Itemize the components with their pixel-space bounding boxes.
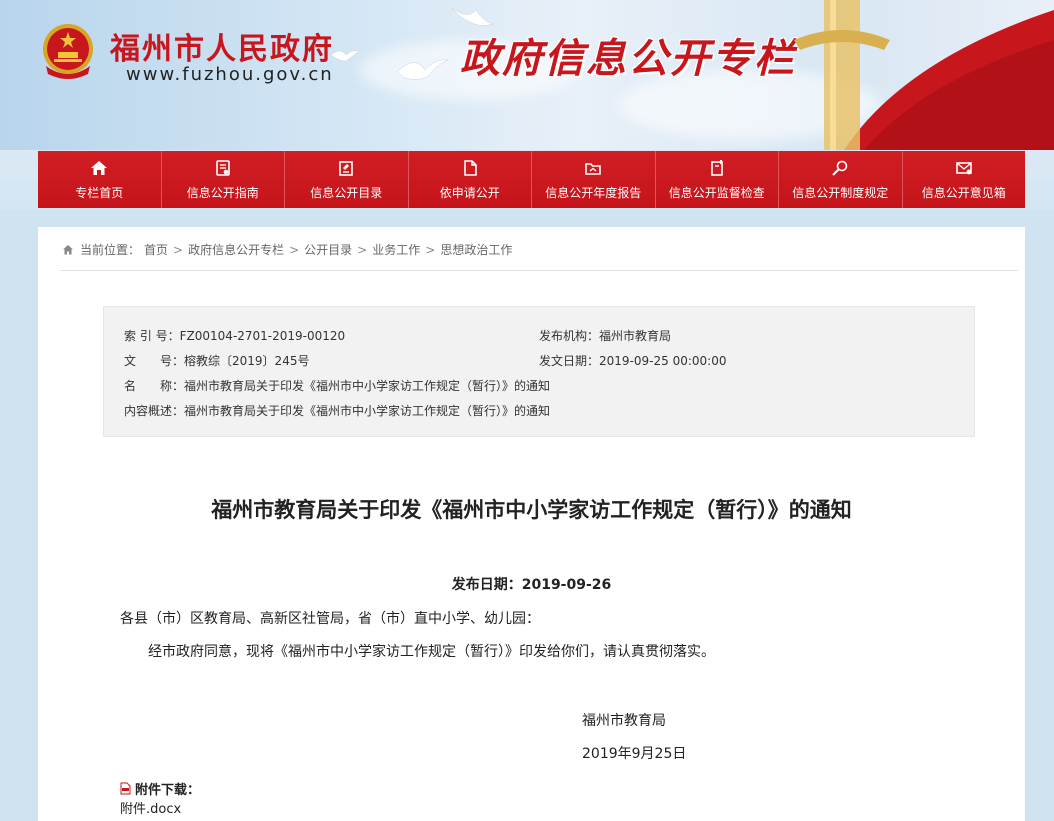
pubdate-value: 2019-09-26 — [521, 577, 612, 593]
red-flag-huabiao-decoration — [794, 0, 1054, 150]
nav-item-guide[interactable]: 信息公开指南 — [161, 151, 285, 208]
article-sign-date: 2019年9月25日 — [582, 746, 687, 762]
nav-label: 专栏首页 — [75, 186, 124, 200]
article-signature: 福州市教育局 — [582, 713, 666, 729]
national-emblem-icon — [43, 24, 93, 79]
nav-label: 信息公开目录 — [310, 186, 383, 200]
meta-summary-row: 内容概述：福州市教育局关于印发《福州市中小学家访工作规定（暂行）》的通知 — [124, 402, 550, 419]
breadcrumb-separator: > — [289, 242, 300, 257]
nav-item-regulation[interactable]: 信息公开制度规定 — [779, 151, 903, 208]
breadcrumb-home-link[interactable]: 首页 — [144, 241, 168, 258]
breadcrumb-separator: > — [357, 242, 368, 257]
meta-docno-value: 榕教综〔2019〕245号 — [184, 354, 310, 368]
meta-index-value: FZ00104-2701-2019-00120 — [179, 329, 346, 343]
breadcrumb-separator: > — [425, 242, 436, 257]
regulation-search-icon — [830, 158, 850, 178]
article-salutation: 各县（市）区教育局、高新区社管局，省（市）直中小学、幼儿园： — [120, 611, 540, 627]
breadcrumb-separator: > — [173, 242, 184, 257]
nav-item-annual-report[interactable]: 信息公开年度报告 — [532, 151, 656, 208]
nav-label: 信息公开监督检查 — [668, 186, 765, 200]
attachment-file-link[interactable]: 附件.docx — [120, 798, 181, 817]
meta-summary-label: 内容概述： — [124, 404, 185, 418]
nav-label: 信息公开意见箱 — [921, 186, 1006, 200]
meta-publisher-label: 发布机构： — [539, 329, 600, 343]
nav-label: 信息公开年度报告 — [545, 186, 642, 200]
home-icon — [89, 158, 109, 178]
nav-item-home[interactable]: 专栏首页 — [38, 151, 162, 208]
nav-label: 依申请公开 — [439, 186, 500, 200]
nav-label: 信息公开指南 — [186, 186, 259, 200]
document-meta-table: 索 引 号：FZ00104-2701-2019-00120 发布机构：福州市教育… — [103, 306, 975, 437]
breadcrumb-current-link[interactable]: 思想政治工作 — [440, 241, 512, 258]
article-pubdate: 发布日期：2019-09-26 — [38, 574, 1025, 594]
breadcrumb-divider — [60, 270, 1018, 271]
document-icon — [460, 158, 480, 178]
main-nav: 专栏首页 信息公开指南 信息公开目录 依申请公开 信息公开年度报告 信息公开监督… — [38, 151, 1025, 208]
meta-publisher-value: 福州市教育局 — [599, 329, 672, 343]
meta-summary-value: 福州市教育局关于印发《福州市中小学家访工作规定（暂行）》的通知 — [184, 404, 551, 418]
pubdate-label: 发布日期： — [451, 577, 522, 593]
meta-name-label: 名 称： — [124, 379, 185, 393]
meta-name-row: 名 称：福州市教育局关于印发《福州市中小学家访工作规定（暂行）》的通知 — [124, 377, 550, 394]
nav-item-inspection[interactable]: 信息公开监督检查 — [655, 151, 779, 208]
mailbox-icon — [954, 158, 974, 178]
inspection-icon — [707, 158, 727, 178]
nav-item-catalog[interactable]: 信息公开目录 — [285, 151, 409, 208]
meta-index-label: 索 引 号： — [124, 329, 180, 343]
main-content: 当前位置： 首页 > 政府信息公开专栏 > 公开目录 > 业务工作 > 思想政治… — [38, 227, 1025, 821]
breadcrumb-column-link[interactable]: 政府信息公开专栏 — [188, 241, 284, 258]
dove-icon — [330, 50, 360, 62]
meta-publisher-row: 发布机构：福州市教育局 — [539, 327, 671, 344]
column-title: 政府信息公开专栏 — [460, 36, 796, 82]
breadcrumb-business-link[interactable]: 业务工作 — [372, 241, 420, 258]
meta-issue-date-label: 发文日期： — [539, 354, 600, 368]
attachment-label: 附件下载： — [135, 783, 201, 798]
meta-issue-date-value: 2019-09-25 00:00:00 — [599, 354, 727, 368]
meta-index-row: 索 引 号：FZ00104-2701-2019-00120 — [124, 327, 345, 344]
attachment-header: 附件下载： — [120, 779, 200, 798]
meta-docno-label: 文 号： — [124, 354, 185, 368]
site-name: 福州市人民政府 — [110, 32, 334, 67]
breadcrumb-prefix: 当前位置： — [80, 243, 141, 257]
meta-docno-row: 文 号：榕教综〔2019〕245号 — [124, 352, 309, 369]
dove-icon — [396, 59, 449, 80]
nav-item-apply[interactable]: 依申请公开 — [408, 151, 532, 208]
article-paragraph: 经市政府同意，现将《福州市中小学家访工作规定（暂行）》印发给你们，请认真贯彻落实… — [148, 644, 715, 660]
meta-name-value: 福州市教育局关于印发《福州市中小学家访工作规定（暂行）》的通知 — [184, 379, 551, 393]
guide-icon — [213, 158, 233, 178]
report-folder-icon — [583, 158, 603, 178]
nav-label: 信息公开制度规定 — [792, 186, 889, 200]
attachment-file-icon — [120, 782, 131, 795]
breadcrumb: 当前位置： 首页 > 政府信息公开专栏 > 公开目录 > 业务工作 > 思想政治… — [62, 241, 512, 258]
home-icon — [63, 244, 73, 254]
meta-issue-date-row: 发文日期：2019-09-25 00:00:00 — [539, 352, 726, 369]
site-url: www.fuzhou.gov.cn — [126, 64, 334, 85]
article-title: 福州市教育局关于印发《福州市中小学家访工作规定（暂行）》的通知 — [211, 498, 852, 522]
catalog-icon — [336, 158, 356, 178]
breadcrumb-catalog-link[interactable]: 公开目录 — [304, 241, 352, 258]
nav-item-mailbox[interactable]: 信息公开意见箱 — [902, 151, 1025, 208]
